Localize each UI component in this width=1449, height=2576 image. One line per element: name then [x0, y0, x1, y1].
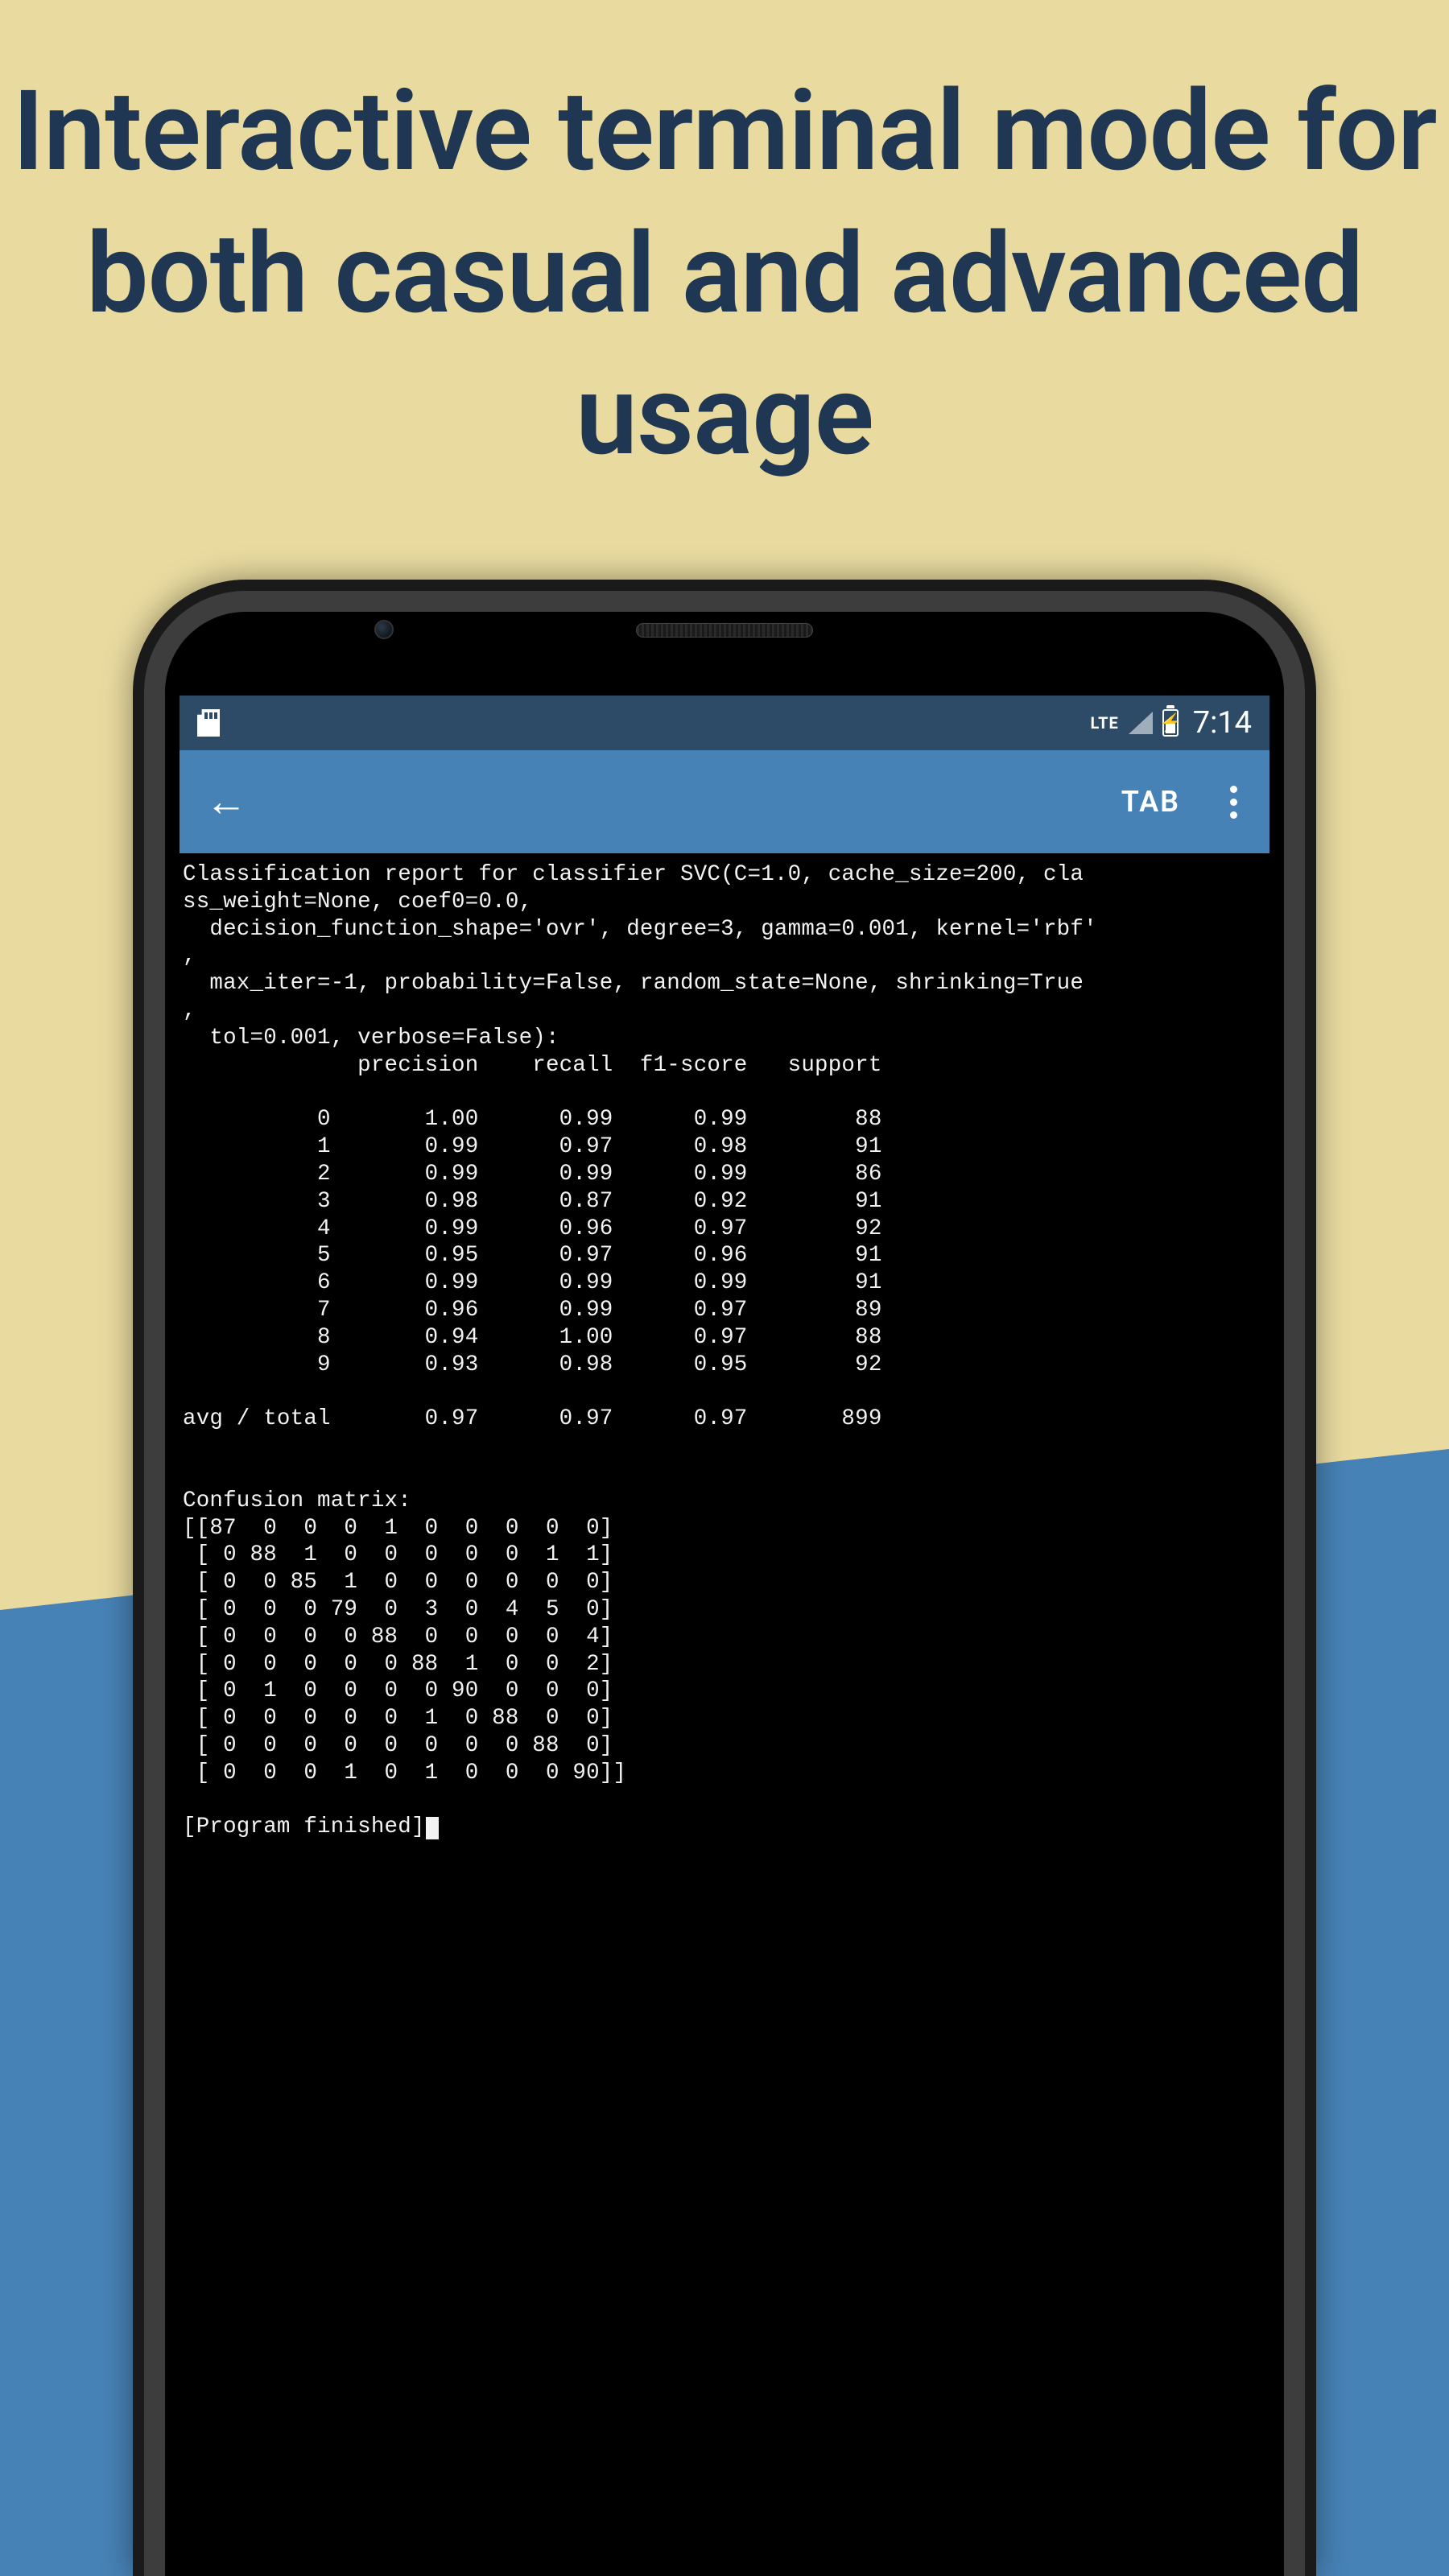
dot-icon: [1230, 799, 1237, 806]
terminal-output[interactable]: Classification report for classifier SVC…: [180, 853, 1269, 2576]
status-bar: LTE ⚡ 7:14: [180, 696, 1269, 750]
device-frame: LTE ⚡ 7:14 ← TAB Classification report f…: [133, 580, 1316, 2576]
device-screen: LTE ⚡ 7:14 ← TAB Classification report f…: [180, 696, 1269, 2576]
tab-key-button[interactable]: TAB: [1112, 785, 1190, 819]
camera-icon: [374, 620, 394, 639]
signal-icon: [1129, 712, 1153, 734]
back-button[interactable]: ←: [205, 781, 247, 823]
sd-card-icon: [197, 709, 220, 737]
status-clock: 7:14: [1193, 705, 1252, 741]
overflow-menu-button[interactable]: [1216, 779, 1244, 825]
network-type-label: LTE: [1090, 713, 1118, 733]
app-bar: ← TAB: [180, 750, 1269, 853]
dot-icon: [1230, 786, 1237, 793]
promo-headline: Interactive terminal mode for both casua…: [0, 60, 1449, 487]
cursor-icon: [426, 1817, 440, 1840]
dot-icon: [1230, 811, 1237, 819]
speaker-grill-icon: [636, 623, 813, 638]
battery-charging-icon: ⚡: [1162, 709, 1179, 737]
